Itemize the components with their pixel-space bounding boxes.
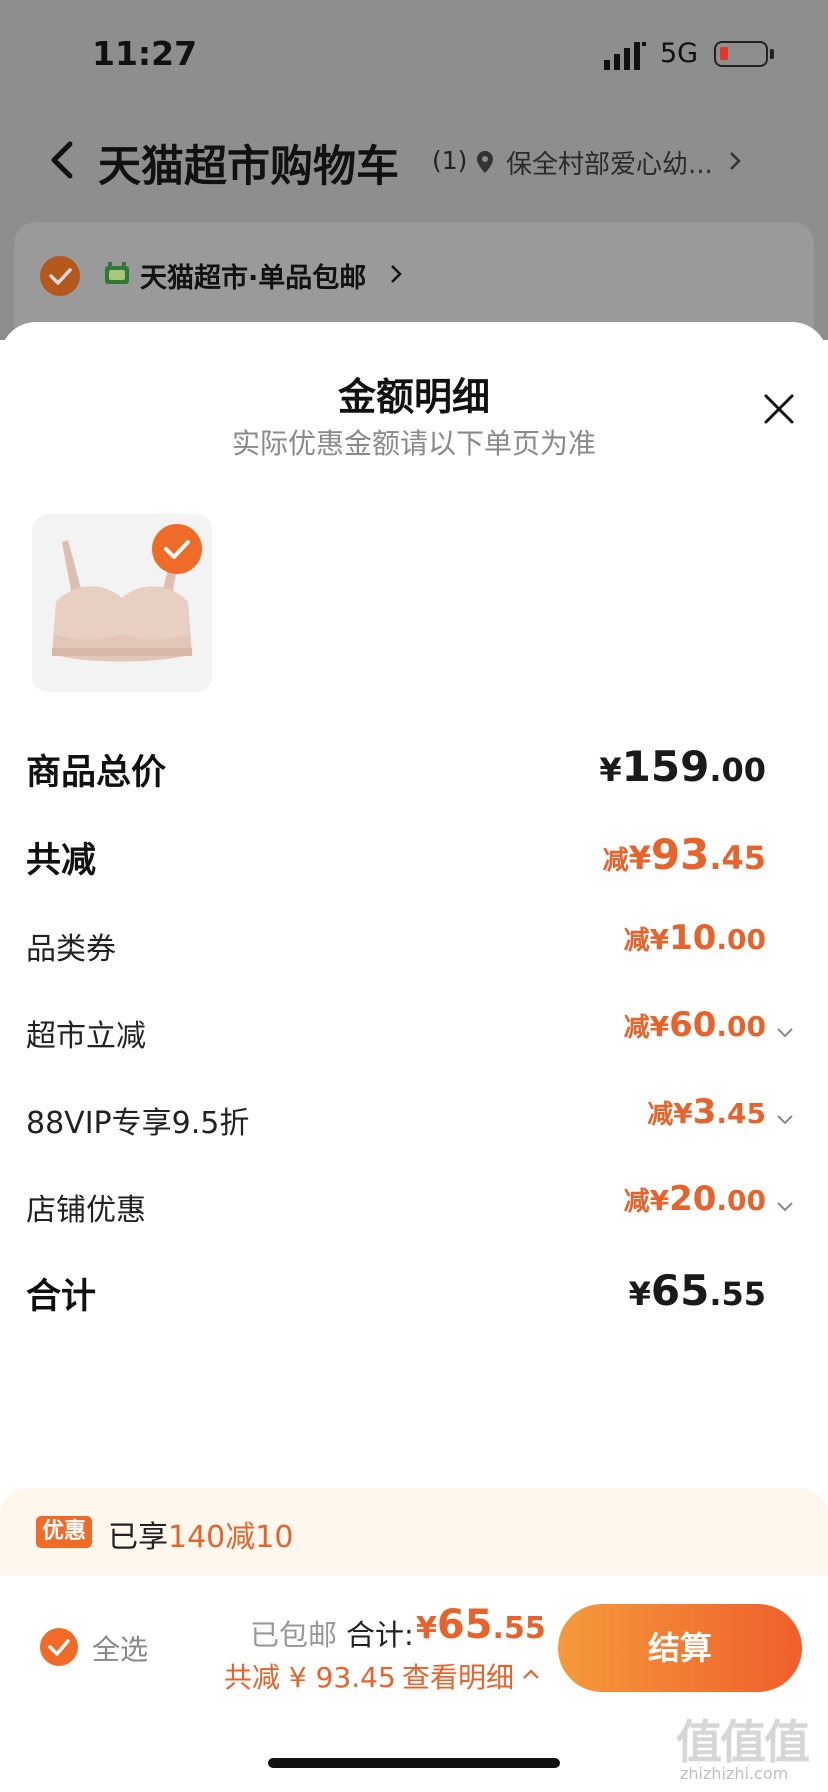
back-icon[interactable] — [48, 140, 78, 180]
signal-icon — [604, 42, 646, 70]
row-category-coupon: 品类券 减¥10.00 — [26, 916, 802, 976]
watermark-text: 值值值 — [676, 1715, 810, 1769]
watermark-url: zhizhizhi.com — [680, 1764, 789, 1783]
total-label: 合计: — [346, 1618, 414, 1652]
row-label: 88VIP专享9.5折 — [26, 1106, 250, 1141]
chevron-down-icon[interactable] — [776, 1201, 794, 1213]
row-label: 商品总价 — [26, 753, 167, 793]
chevron-up-icon[interactable] — [522, 1668, 540, 1680]
cart-count: (1) — [432, 146, 468, 175]
battery-tip — [770, 49, 774, 59]
row-store-discount[interactable]: 店铺优惠 减¥20.00 — [26, 1177, 802, 1237]
home-indicator[interactable] — [268, 1758, 560, 1768]
row-supermarket-discount[interactable]: 超市立减 减¥60.00 — [26, 1003, 802, 1063]
row-amount: ¥65.55 — [628, 1266, 766, 1315]
promo-text: 已享140减10 — [108, 1520, 294, 1555]
row-amount: 减¥3.45 — [647, 1092, 766, 1132]
checkout-bar: 全选 已包邮 合计: ¥65.55 共减 ¥ 93.45 查看明细 结算 值值值… — [0, 1576, 828, 1792]
store-checkbox[interactable] — [40, 256, 80, 296]
delivery-location[interactable]: 保全村部爱心幼... — [506, 144, 713, 181]
cart-header: 天猫超市购物车 (1) 保全村部爱心幼... — [0, 120, 828, 200]
check-icon — [48, 1639, 70, 1656]
select-all-label[interactable]: 全选 — [92, 1628, 148, 1668]
select-all-checkbox[interactable] — [40, 1628, 78, 1666]
row-label: 品类券 — [26, 932, 116, 967]
sheet-subtitle: 实际优惠金额请以下单页为准 — [231, 427, 596, 460]
promo-badge: 优惠 — [36, 1516, 93, 1548]
discount-summary: 共减 ¥ 93.45 — [224, 1661, 396, 1694]
row-label: 共减 — [26, 841, 97, 881]
status-time: 11:27 — [92, 34, 198, 73]
product-checkbox[interactable] — [152, 524, 202, 574]
battery-icon — [714, 41, 768, 67]
row-item-total: 商品总价 ¥159.00 — [26, 740, 802, 800]
row-amount: 减¥60.00 — [623, 1005, 766, 1045]
sheet-title: 金额明细 — [337, 375, 490, 419]
row-amount: 减¥20.00 — [623, 1179, 766, 1219]
chevron-right-icon — [391, 265, 402, 283]
tmall-store-icon — [105, 262, 129, 284]
view-details-link[interactable]: 查看明细 — [402, 1656, 514, 1696]
chevron-right-icon — [730, 152, 741, 170]
watermark: 值值值 zhizhizhi.com — [676, 1706, 826, 1790]
row-label: 店铺优惠 — [26, 1193, 146, 1228]
shipping-label: 已包邮 — [250, 1618, 338, 1652]
row-amount: ¥159.00 — [599, 742, 766, 791]
check-icon — [49, 268, 72, 285]
row-grand-total: 合计 ¥65.55 — [26, 1264, 802, 1324]
location-pin-icon — [477, 151, 493, 173]
chevron-down-icon[interactable] — [776, 1027, 794, 1039]
row-label: 合计 — [26, 1277, 97, 1317]
store-name[interactable]: 天猫超市·单品包邮 — [140, 256, 366, 295]
promo-strip: 优惠 已享140减10 — [0, 1488, 828, 1576]
row-amount: 减¥93.45 — [602, 830, 766, 879]
check-icon — [164, 540, 190, 559]
total-amount: ¥65.55 — [416, 1602, 546, 1648]
checkout-button[interactable]: 结算 — [558, 1604, 802, 1692]
row-88vip-discount[interactable]: 88VIP专享9.5折 减¥3.45 — [26, 1090, 802, 1150]
cart-title: 天猫超市购物车 — [98, 142, 399, 192]
chevron-down-icon[interactable] — [776, 1114, 794, 1126]
row-amount: 减¥10.00 — [623, 918, 766, 958]
status-bar: 11:27 5G — [0, 0, 828, 110]
close-icon[interactable] — [762, 392, 796, 426]
row-total-discount: 共减 减¥93.45 — [26, 828, 802, 888]
promo-highlight: 140减10 — [168, 1520, 294, 1555]
network-label: 5G — [660, 38, 699, 69]
row-label: 超市立减 — [26, 1019, 146, 1054]
